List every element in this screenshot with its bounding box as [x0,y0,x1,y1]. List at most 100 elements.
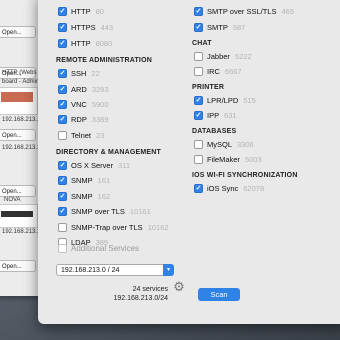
service-port: 5900 [91,100,109,109]
service-label: IPP [207,111,220,120]
service-lpr[interactable]: LPR/LPD 515 [194,95,256,106]
network-range-value: 192.168.213.0 / 24 [61,267,120,274]
service-https[interactable]: HTTPS 443 [58,22,113,33]
device-address: 192.168.213.1 [2,117,41,123]
section-remote-administration: REMOTE ADMINISTRATION [56,57,152,64]
checkbox-checked-icon[interactable] [194,111,203,120]
section-chat: CHAT [192,40,212,47]
checkbox-checked-icon[interactable] [58,85,67,94]
service-port: 5003 [244,155,262,164]
checkbox-checked-icon[interactable] [58,176,67,185]
checkbox-checked-icon[interactable] [58,161,67,170]
service-snmp-tls[interactable]: SNMP over TLS 10161 [58,206,151,217]
device-address: 192.168.213.1 [2,229,41,235]
open-button[interactable]: Open... [0,129,36,141]
device-title: HTTP (Webs [2,70,37,76]
service-port: 10162 [147,223,169,232]
checkbox-unchecked-icon[interactable] [58,131,67,140]
service-port: 465 [281,7,294,16]
service-rdp[interactable]: RDP 3389 [58,114,109,125]
additional-services-toggle[interactable]: Additional Services [58,244,139,253]
service-label: SNMP [71,192,93,201]
service-label: RDP [71,115,87,124]
gear-icon[interactable]: ⚙ [172,280,186,294]
service-label: MySQL [207,140,233,149]
device-thumbnail [0,204,38,228]
checkbox-unchecked-icon[interactable] [194,140,203,149]
service-port: 162 [97,192,111,201]
service-label: SMTP [207,23,228,32]
service-port: 3389 [91,115,109,124]
section-databases: DATABASES [192,128,237,135]
service-jabber[interactable]: Jabber 5222 [194,51,252,62]
service-smtp-ssl[interactable]: SMTP over SSL/TLS 465 [194,6,294,17]
service-port: 10161 [129,207,151,216]
service-label: LPR/LPD [207,96,239,105]
service-port: 515 [243,96,256,105]
checkbox-checked-icon[interactable] [58,69,67,78]
service-label: IRC [207,67,220,76]
checkbox-unchecked-icon[interactable] [194,155,203,164]
checkbox-checked-icon[interactable] [194,184,203,193]
service-port: 23 [96,131,105,140]
service-label: iOS Sync [207,184,239,193]
service-label: HTTPS [71,23,96,32]
service-label: ARD [71,85,87,94]
service-mysql[interactable]: MySQL 3306 [194,139,254,150]
checkbox-checked-icon[interactable] [58,207,67,216]
checkbox-checked-icon[interactable] [58,7,67,16]
services-count: 24 services [132,286,168,293]
checkbox-checked-icon[interactable] [58,39,67,48]
service-port: 5222 [234,52,252,61]
service-label: SSH [71,69,87,78]
service-port: 80 [95,7,104,16]
scan-button[interactable]: Scan [198,288,240,301]
service-snmp-162[interactable]: SNMP 162 [58,191,110,202]
device-subtitle: NOVA [4,197,21,203]
service-label: SNMP over TLS [71,207,125,216]
service-label: SNMP-Trap over TLS [71,223,143,232]
service-port: 8080 [95,39,113,48]
checkbox-unchecked-icon[interactable] [58,244,67,253]
checkbox-checked-icon[interactable] [58,23,67,32]
service-snmp-trap-tls[interactable]: SNMP-Trap over TLS 10162 [58,222,169,233]
checkbox-checked-icon[interactable] [194,96,203,105]
service-ios-sync[interactable]: iOS Sync 62078 [194,183,264,194]
checkbox-checked-icon[interactable] [58,115,67,124]
checkbox-unchecked-icon[interactable] [194,67,203,76]
service-osx-server[interactable]: OS X Server 311 [58,160,130,171]
network-range-select[interactable]: 192.168.213.0 / 24 ▾ [56,264,174,276]
section-directory-management: DIRECTORY & MANAGEMENT [56,149,161,156]
checkbox-checked-icon[interactable] [194,23,203,32]
service-port: 161 [97,176,111,185]
open-button[interactable]: Open... [0,260,36,272]
service-port: 587 [232,23,246,32]
service-label: HTTP [71,39,91,48]
service-filemaker[interactable]: FileMaker 5003 [194,154,262,165]
open-button[interactable]: Open... [0,185,36,197]
checkbox-unchecked-icon[interactable] [194,52,203,61]
checkbox-checked-icon[interactable] [58,100,67,109]
service-telnet[interactable]: Telnet 23 [58,130,104,141]
service-smtp[interactable]: SMTP 587 [194,22,245,33]
service-ssh[interactable]: SSH 22 [58,68,100,79]
service-ard[interactable]: ARD 3283 [58,84,109,95]
section-ios-wifi-sync: IOS WI-FI SYNCHRONIZATION [192,172,298,179]
service-snmp-161[interactable]: SNMP 161 [58,175,110,186]
service-http-8080[interactable]: HTTP 8080 [58,38,112,49]
service-port: 631 [224,111,237,120]
checkbox-unchecked-icon[interactable] [58,223,67,232]
chevron-down-icon[interactable]: ▾ [163,264,174,276]
service-http-80[interactable]: HTTP 80 [58,6,104,17]
checkbox-checked-icon[interactable] [194,7,203,16]
checkbox-checked-icon[interactable] [58,192,67,201]
service-irc[interactable]: IRC 6667 [194,66,242,77]
service-port: 62078 [243,184,265,193]
service-vnc[interactable]: VNC 5900 [58,99,109,110]
service-ipp[interactable]: IPP 631 [194,110,237,121]
service-port: 443 [100,23,114,32]
service-label: Jabber [207,52,230,61]
network-range-status: 192.168.213.0/24 [113,295,169,302]
service-label: HTTP [71,7,91,16]
open-button[interactable]: Open... [0,26,36,38]
